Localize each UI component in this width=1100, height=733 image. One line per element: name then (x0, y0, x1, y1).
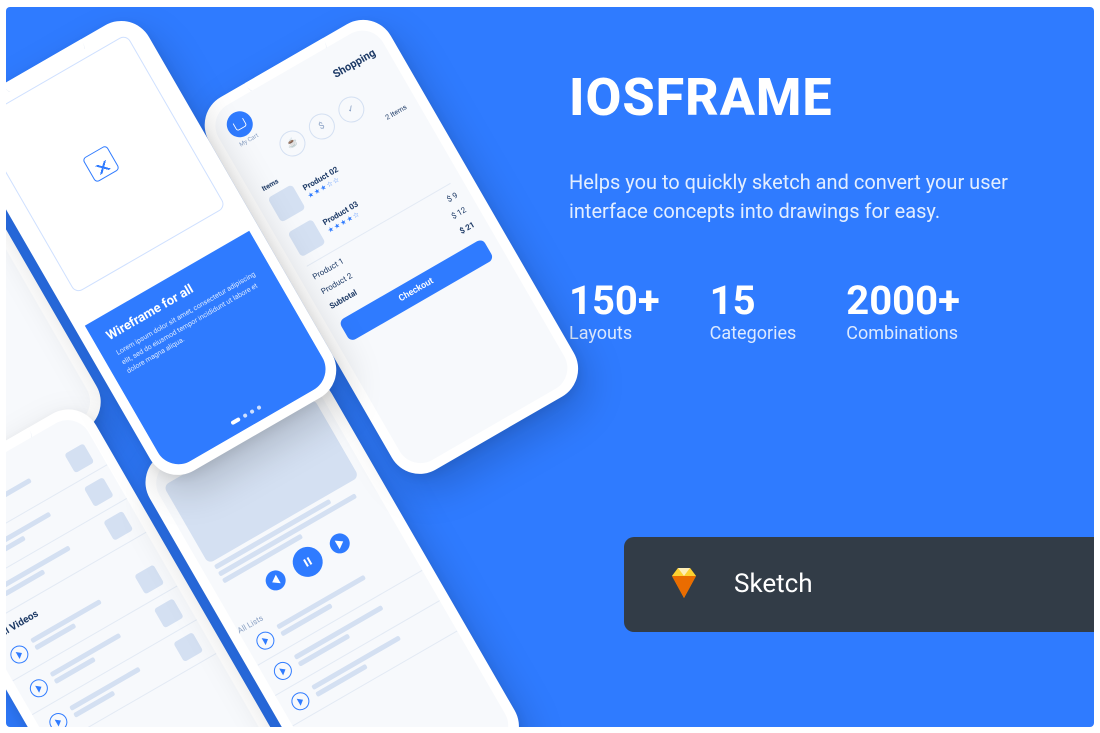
cover-thumb (154, 598, 184, 628)
product-thumb (288, 218, 326, 256)
stat-value: 2000+ (846, 281, 960, 321)
product-description: Helps you to quickly sketch and convert … (569, 168, 1039, 226)
stat-combinations: 2000+ Combinations (846, 281, 960, 344)
pause-button[interactable] (287, 541, 328, 582)
stat-label: Categories (710, 323, 797, 344)
shop-title: Shopping (331, 46, 378, 81)
play-icon (288, 688, 313, 713)
cover-thumb (134, 564, 164, 594)
prev-button[interactable] (262, 566, 289, 593)
play-icon (271, 658, 296, 683)
product-title: IOSFRAME (569, 67, 1039, 128)
image-icon (82, 144, 120, 182)
play-icon (27, 675, 52, 700)
cover-thumb (64, 443, 94, 473)
play-icon (46, 709, 71, 726)
stat-label: Combinations (846, 323, 960, 344)
cover-thumb (173, 632, 203, 662)
cover-thumb (84, 477, 114, 507)
promo-frame: IOSFRAME Helps you to quickly sketch and… (6, 7, 1094, 727)
product-thumb (268, 184, 306, 222)
play-icon (253, 628, 278, 653)
cover-thumb (103, 510, 133, 540)
stat-value: 15 (710, 281, 797, 321)
next-button[interactable] (326, 529, 353, 556)
stat-categories: 15 Categories (710, 281, 797, 344)
play-icon (7, 642, 32, 667)
